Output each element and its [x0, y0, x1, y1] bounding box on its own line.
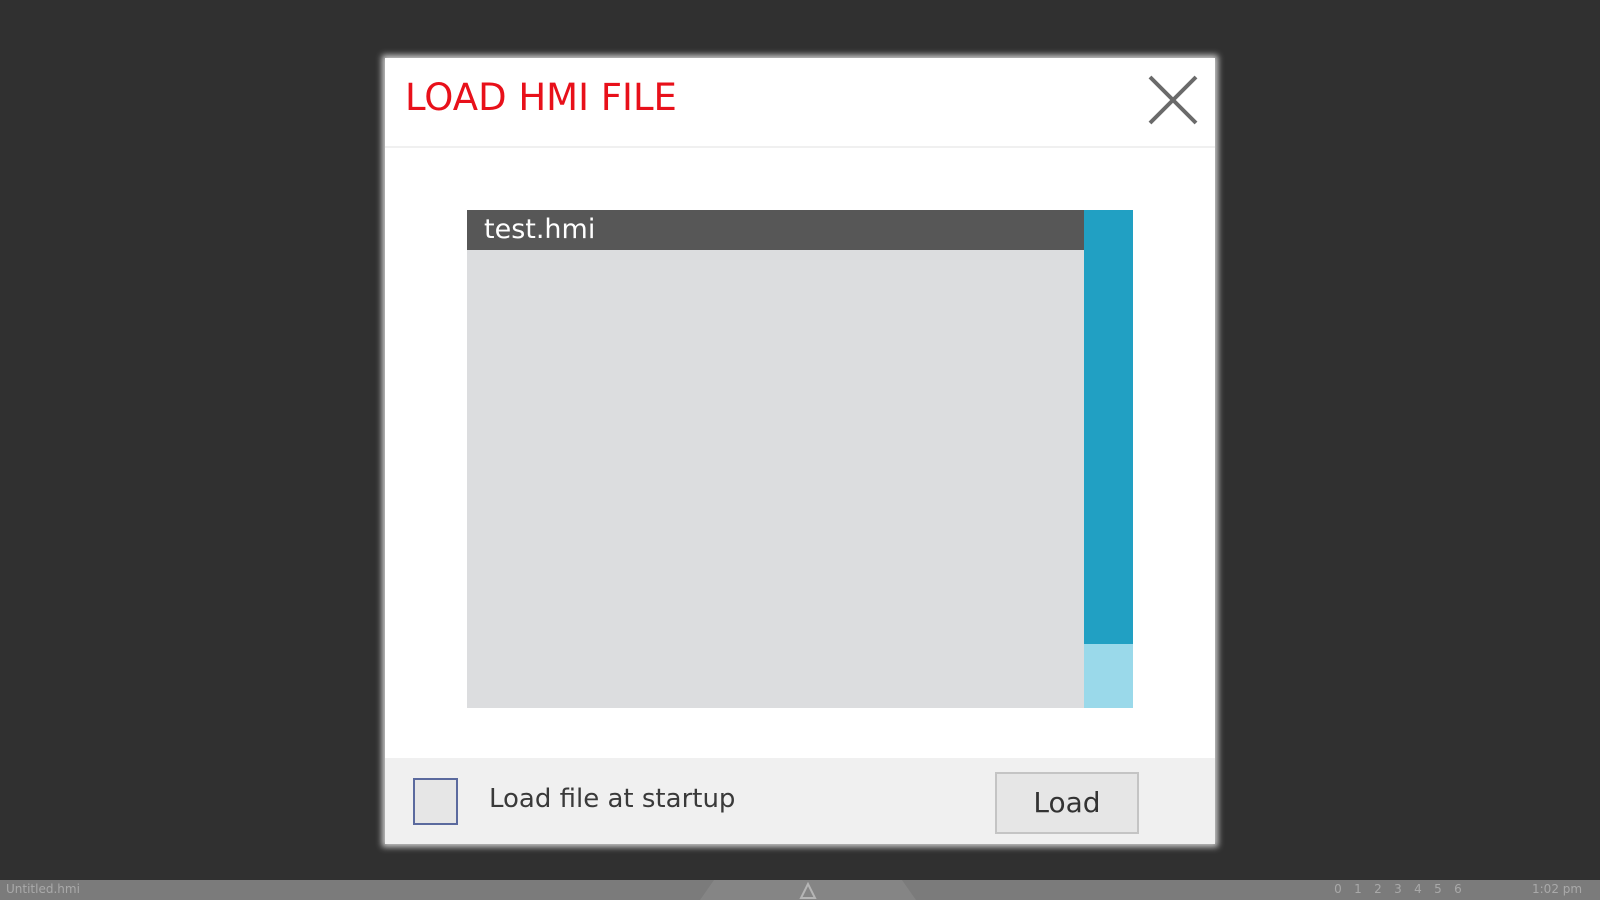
page-button-3[interactable]: 3 [1388, 882, 1408, 896]
file-list-item[interactable]: test.hmi [467, 210, 1084, 250]
page-button-6[interactable]: 6 [1448, 882, 1468, 896]
page-button-1[interactable]: 1 [1348, 882, 1368, 896]
page-button-0[interactable]: 0 [1328, 882, 1348, 896]
close-button[interactable] [1145, 72, 1201, 128]
status-file-name: Untitled.hmi [6, 882, 80, 896]
load-at-startup-checkbox[interactable] [413, 778, 458, 825]
dialog-header: LOAD HMI FILE [385, 58, 1215, 148]
dialog-title: LOAD HMI FILE [405, 76, 677, 119]
scrollbar-thumb[interactable] [1084, 210, 1133, 644]
load-hmi-dialog: LOAD HMI FILE test.hmi Load file at star… [385, 58, 1215, 844]
dialog-footer: Load file at startup Load [385, 758, 1215, 844]
page-button-2[interactable]: 2 [1368, 882, 1388, 896]
file-list-scrollbar[interactable] [1084, 210, 1133, 708]
load-at-startup-label: Load file at startup [489, 784, 736, 814]
app-screen: LOAD HMI FILE test.hmi Load file at star… [0, 0, 1600, 900]
status-time: 1:02 pm [1532, 882, 1583, 896]
file-list[interactable]: test.hmi [467, 210, 1084, 708]
status-bar: Untitled.hmi 0123456 1:02 pm [0, 880, 1600, 900]
close-icon [1148, 75, 1198, 125]
file-list-container: test.hmi [467, 210, 1133, 708]
load-button[interactable]: Load [995, 772, 1139, 834]
page-button-5[interactable]: 5 [1428, 882, 1448, 896]
status-center-tab[interactable] [700, 880, 916, 900]
page-button-4[interactable]: 4 [1408, 882, 1428, 896]
status-page-selector: 0123456 [1328, 882, 1468, 896]
